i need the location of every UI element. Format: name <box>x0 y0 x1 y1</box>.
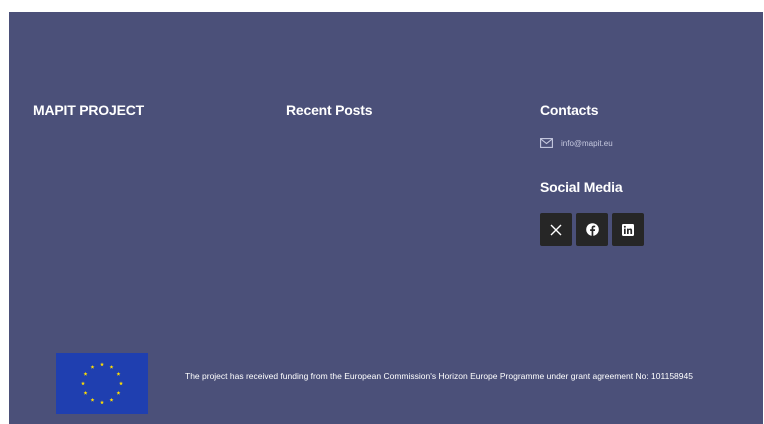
social-links <box>540 213 644 246</box>
funding-statement: The project has received funding from th… <box>185 371 693 381</box>
facebook-button[interactable] <box>576 213 608 246</box>
facebook-icon <box>585 223 599 236</box>
x-twitter-button[interactable] <box>540 213 572 246</box>
mail-icon <box>540 138 553 148</box>
social-media-heading: Social Media <box>540 179 623 195</box>
x-twitter-icon <box>550 224 562 235</box>
recent-posts-heading: Recent Posts <box>286 102 373 118</box>
contacts-heading: Contacts <box>540 102 599 118</box>
site-footer: MAPIT PROJECT Recent Posts Contacts info… <box>9 12 763 424</box>
eu-flag-icon <box>56 353 148 414</box>
contact-email-link[interactable]: info@mapit.eu <box>540 136 613 150</box>
contact-email: info@mapit.eu <box>561 138 613 148</box>
linkedin-icon <box>622 223 634 236</box>
linkedin-button[interactable] <box>612 213 644 246</box>
project-heading: MAPIT PROJECT <box>33 102 144 118</box>
